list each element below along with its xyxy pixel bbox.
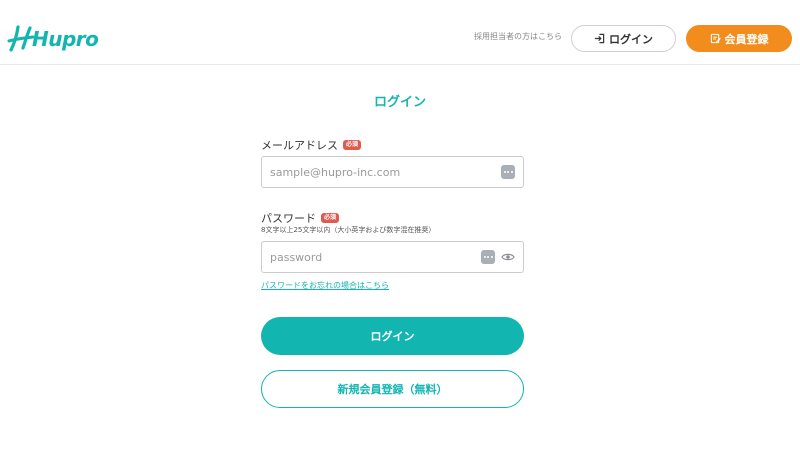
recruiter-link[interactable]: 採用担当者の方はこちら [474,31,562,42]
password-field[interactable] [261,241,524,273]
header-register-button[interactable]: 会員登録 [686,25,792,52]
site-header: Hupro 採用担当者の方はこちら ログイン 会員登録 [0,0,800,65]
password-label-row: パスワード 必須 [261,210,340,226]
forgot-password-link[interactable]: パスワードをお忘れの場合はこちら [261,280,389,291]
eye-icon[interactable] [501,252,515,262]
email-field[interactable] [261,156,524,188]
password-hint: 8文字以上25文字以内（大小英字および数字混在推奨） [261,226,436,234]
autofill-keyboard-icon[interactable] [481,250,495,264]
logo-text: Hupro [32,27,99,51]
page-title: ログイン [373,95,426,110]
email-input[interactable] [270,165,497,179]
edit-note-icon [710,33,721,44]
login-arrow-icon [594,33,605,44]
header-register-label: 会員登録 [724,32,769,46]
required-badge: 必須 [343,140,362,150]
required-badge: 必須 [321,213,340,223]
password-label: パスワード [261,212,316,225]
header-login-button[interactable]: ログイン [571,25,676,52]
header-login-label: ログイン [609,32,653,46]
register-free-label: 新規会員登録（無料） [337,383,448,396]
email-label: メールアドレス [261,139,338,152]
login-submit-label: ログイン [370,330,415,343]
login-submit-button[interactable]: ログイン [261,317,524,355]
register-free-button[interactable]: 新規会員登録（無料） [261,370,524,408]
email-label-row: メールアドレス 必須 [261,137,362,153]
hupro-logo[interactable]: Hupro [6,22,99,56]
autofill-keyboard-icon[interactable] [501,165,515,179]
password-input[interactable] [270,250,477,264]
